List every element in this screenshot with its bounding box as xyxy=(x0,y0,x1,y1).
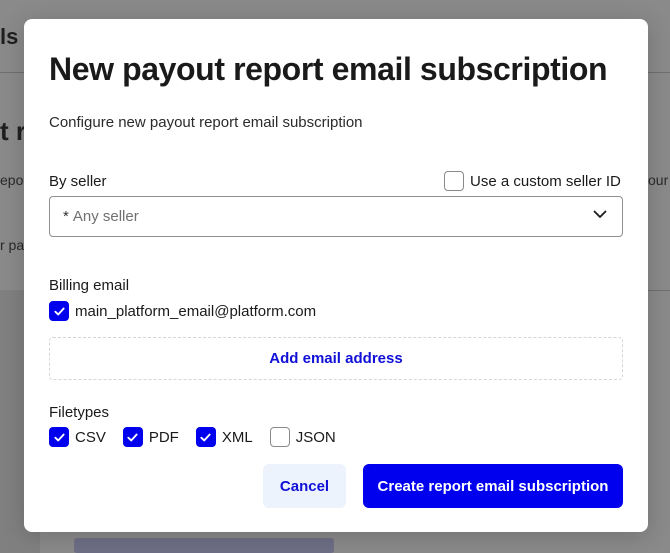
seller-label: By seller xyxy=(49,173,107,190)
background-text-3: our xyxy=(648,172,669,188)
filetypes-label: Filetypes xyxy=(49,404,110,421)
modal-subtitle: Configure new payout report email subscr… xyxy=(49,114,363,131)
billing-email-address: main_platform_email@platform.com xyxy=(75,302,317,320)
background-text-1: epo xyxy=(0,172,24,188)
filetype-csv[interactable]: CSV xyxy=(49,427,106,447)
custom-seller-id-toggle[interactable]: Use a custom seller ID xyxy=(444,171,621,191)
seller-select-value: Any seller xyxy=(72,208,139,225)
checkmark-icon xyxy=(127,433,138,441)
checkmark-icon xyxy=(200,433,211,441)
background-text-2: r pa xyxy=(0,237,25,253)
filetype-pdf[interactable]: PDF xyxy=(122,427,179,447)
filetype-xml-checkbox[interactable] xyxy=(195,427,216,447)
custom-seller-id-checkbox[interactable] xyxy=(444,171,464,191)
filetype-csv-label: CSV xyxy=(75,428,106,446)
filetype-json[interactable]: JSON xyxy=(269,427,336,447)
checkmark-icon xyxy=(53,307,65,315)
filetype-pdf-label: PDF xyxy=(148,428,179,446)
background-heading-text: t r xyxy=(0,116,26,146)
chevron-down-icon xyxy=(592,206,608,227)
subscription-modal: New payout report email subscription Con… xyxy=(24,19,648,532)
seller-select[interactable]: * Any seller xyxy=(49,196,623,237)
add-email-button[interactable]: Add email address xyxy=(49,337,623,380)
modal-title: New payout report email subscription xyxy=(49,51,608,87)
cancel-button[interactable]: Cancel xyxy=(263,464,346,508)
billing-email-checkbox[interactable] xyxy=(49,301,69,321)
billing-email-option[interactable]: main_platform_email@platform.com xyxy=(49,301,316,321)
filetypes-group: CSV PDF XML JSON xyxy=(49,427,353,447)
filetype-pdf-checkbox[interactable] xyxy=(122,427,143,447)
filetype-xml-label: XML xyxy=(221,428,253,446)
checkmark-icon xyxy=(53,433,65,441)
custom-seller-id-label: Use a custom seller ID xyxy=(470,172,621,190)
background-topbar-text: ls xyxy=(0,24,19,49)
filetype-csv-checkbox[interactable] xyxy=(49,427,69,447)
filetype-xml[interactable]: XML xyxy=(195,427,253,447)
create-subscription-button[interactable]: Create report email subscription xyxy=(363,464,623,508)
required-marker: * xyxy=(63,208,69,225)
background-block xyxy=(74,538,334,553)
filetype-json-label: JSON xyxy=(295,428,336,446)
billing-email-label: Billing email xyxy=(49,277,130,294)
filetype-json-checkbox[interactable] xyxy=(269,427,290,447)
